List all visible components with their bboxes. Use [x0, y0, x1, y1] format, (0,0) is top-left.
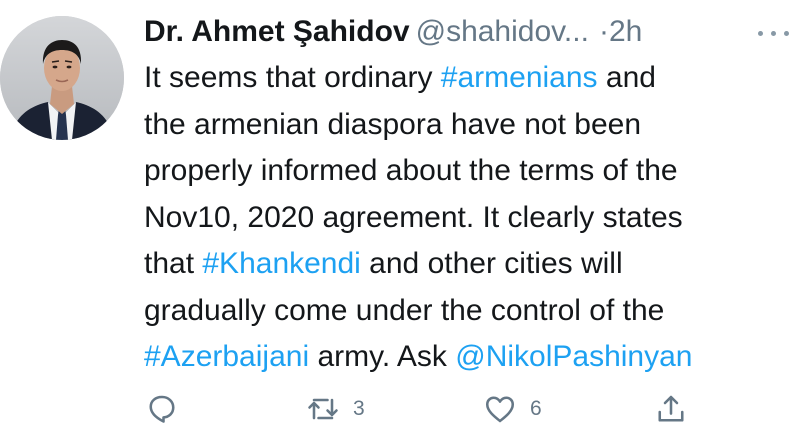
tweet-header: Dr. Ahmet Şahidov @shahidov... ·2h: [144, 10, 792, 54]
like-button[interactable]: 6: [482, 383, 542, 435]
tweet-text-run: properly informed about the terms of the: [144, 154, 678, 187]
reply-icon: [149, 395, 175, 423]
like-icon: [485, 396, 515, 423]
tweet-text-line: that #Khankendi and other cities will: [144, 241, 792, 288]
tweet-text-run: that: [144, 247, 203, 280]
tweet-text-line: properly informed about the terms of the: [144, 148, 792, 195]
share-button[interactable]: [653, 383, 689, 435]
tweet-text-run: Nov10, 2020 agreement. It clearly states: [144, 200, 683, 234]
retweet-count: 3: [353, 397, 365, 420]
tweet-text-run: and other cities will: [360, 247, 623, 280]
tweet-text-line: #Azerbaijani army. Ask @NikolPashinyan: [144, 334, 792, 381]
tweet-text-run: the armenian diaspora have not been: [144, 107, 642, 141]
tweet-text-line: It seems that ordinary #armenians and: [144, 55, 792, 102]
tweet-text-line: the armenian diaspora have not been: [144, 102, 792, 149]
author-name[interactable]: Dr. Ahmet Şahidov: [144, 15, 410, 48]
tweet-text-run: army. Ask: [309, 340, 456, 373]
tweet-text-run: It seems that ordinary: [144, 61, 441, 94]
tweet-text-line: gradually come under the control of the: [144, 288, 792, 335]
author-handle[interactable]: @shahidov...: [416, 15, 589, 48]
avatar[interactable]: [0, 16, 124, 140]
tweet-content: Dr. Ahmet Şahidov @shahidov... ·2h It seem…: [144, 10, 792, 381]
avatar-photo: [0, 16, 124, 140]
tweet-text-run: and: [597, 61, 656, 94]
hashtag-link[interactable]: #armenians: [441, 61, 598, 94]
separator-dot: ·: [598, 15, 609, 48]
tweet-text-run: gradually come under the control of the: [144, 293, 665, 327]
more-icon[interactable]: [756, 10, 792, 54]
like-count: 6: [530, 397, 542, 420]
tweet-text: It seems that ordinary #armenians and the…: [144, 55, 792, 381]
retweet-icon: [308, 398, 338, 420]
hashtag-link[interactable]: #Azerbaijani: [144, 340, 309, 373]
hashtag-link[interactable]: #Khankendi: [202, 247, 360, 280]
tweet-text-line: Nov10, 2020 agreement. It clearly states: [144, 195, 792, 242]
mention-link[interactable]: @NikolPashinyan: [455, 340, 692, 373]
share-icon: [658, 395, 684, 422]
retweet-button[interactable]: 3: [305, 383, 365, 435]
tweet-time[interactable]: 2h: [609, 15, 642, 48]
reply-button[interactable]: [144, 383, 180, 435]
tweet[interactable]: Dr. Ahmet Şahidov @shahidov... ·2h It seem…: [0, 0, 800, 445]
tweet-actions: 3 6: [0, 383, 800, 435]
